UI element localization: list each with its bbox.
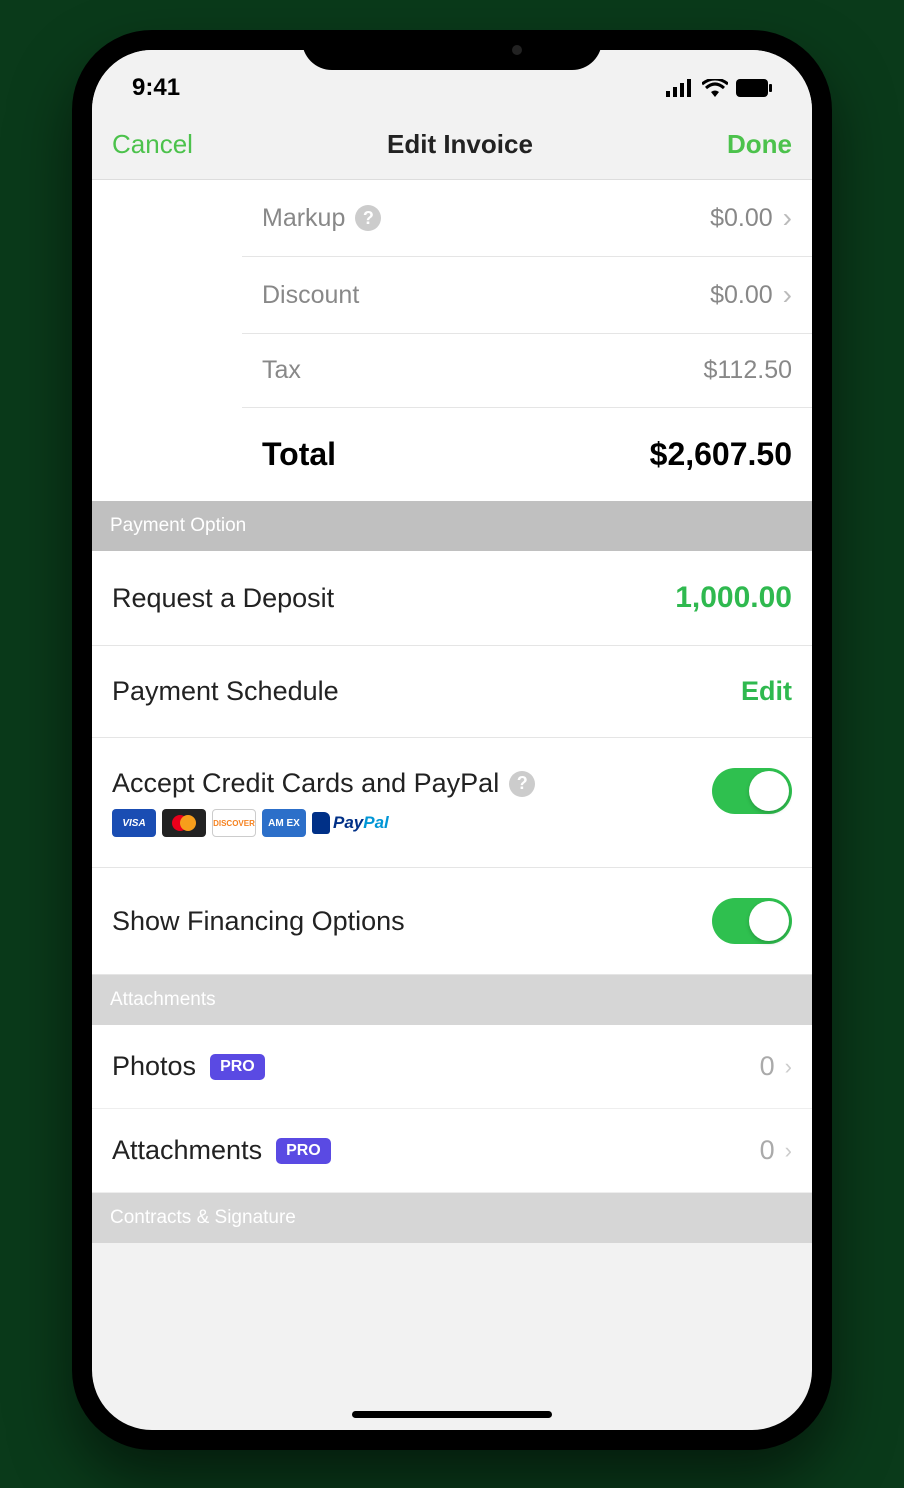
total-value: $2,607.50 <box>650 436 792 473</box>
tax-row: Tax $112.50 <box>242 334 812 408</box>
discover-icon: DISCOVER <box>212 809 256 837</box>
accept-cards-label: Accept Credit Cards and PayPal <box>112 768 499 799</box>
cellular-icon <box>666 79 694 97</box>
deposit-value: 1,000.00 <box>675 581 792 615</box>
total-label: Total <box>262 436 336 473</box>
chevron-right-icon: › <box>785 1054 792 1080</box>
tax-label: Tax <box>262 356 301 385</box>
markup-row[interactable]: Markup ? $0.00 › <box>242 180 812 257</box>
pro-badge: PRO <box>276 1138 331 1164</box>
financing-row: Show Financing Options <box>92 868 812 975</box>
deposit-label: Request a Deposit <box>112 583 334 614</box>
attachments-label: Attachments <box>112 1135 262 1166</box>
markup-value: $0.00 <box>710 204 773 233</box>
done-button[interactable]: Done <box>727 129 792 160</box>
chevron-right-icon: › <box>783 202 792 234</box>
payment-cards: VISA DISCOVER AM EX PayPal <box>112 809 535 837</box>
attachments-row[interactable]: Attachments PRO 0 › <box>92 1109 812 1193</box>
schedule-edit-button[interactable]: Edit <box>741 676 792 707</box>
accept-cards-toggle[interactable] <box>712 768 792 814</box>
screen: 9:41 Cancel Edit Invoice Done Markup ? $… <box>92 50 812 1430</box>
phone-frame: 9:41 Cancel Edit Invoice Done Markup ? $… <box>72 30 832 1450</box>
photos-row[interactable]: Photos PRO 0 › <box>92 1025 812 1109</box>
attachments-count: 0 <box>760 1135 775 1166</box>
visa-icon: VISA <box>112 809 156 837</box>
amex-icon: AM EX <box>262 809 306 837</box>
deposit-row[interactable]: Request a Deposit 1,000.00 <box>92 551 812 646</box>
nav-bar: Cancel Edit Invoice Done <box>92 110 812 180</box>
tax-value: $112.50 <box>703 356 792 385</box>
cancel-button[interactable]: Cancel <box>112 129 193 160</box>
contracts-header: Contracts & Signature <box>92 1193 812 1243</box>
discount-value: $0.00 <box>710 281 773 310</box>
chevron-right-icon: › <box>783 279 792 311</box>
photos-count: 0 <box>760 1051 775 1082</box>
photos-label: Photos <box>112 1051 196 1082</box>
battery-icon <box>736 79 772 97</box>
discount-row[interactable]: Discount $0.00 › <box>242 257 812 334</box>
payment-option-header: Payment Option <box>92 501 812 551</box>
financing-label: Show Financing Options <box>112 906 405 937</box>
financing-toggle[interactable] <box>712 898 792 944</box>
chevron-right-icon: › <box>785 1138 792 1164</box>
markup-label: Markup <box>262 204 345 233</box>
discount-label: Discount <box>262 281 359 310</box>
home-indicator[interactable] <box>352 1411 552 1418</box>
accept-cards-row: Accept Credit Cards and PayPal ? VISA DI… <box>92 738 812 868</box>
pro-badge: PRO <box>210 1054 265 1080</box>
total-row: Total $2,607.50 <box>242 408 812 501</box>
schedule-label: Payment Schedule <box>112 676 339 707</box>
status-time: 9:41 <box>132 74 180 102</box>
notch <box>302 30 602 70</box>
paypal-icon: PayPal <box>312 812 389 834</box>
help-icon[interactable]: ? <box>509 771 535 797</box>
wifi-icon <box>702 79 728 97</box>
attachments-header: Attachments <box>92 975 812 1025</box>
help-icon[interactable]: ? <box>355 205 381 231</box>
status-icons <box>666 79 772 97</box>
page-title: Edit Invoice <box>387 129 533 160</box>
summary-section: Markup ? $0.00 › Discount $0.00 › Tax $1… <box>92 180 812 501</box>
schedule-row[interactable]: Payment Schedule Edit <box>92 646 812 738</box>
mastercard-icon <box>162 809 206 837</box>
